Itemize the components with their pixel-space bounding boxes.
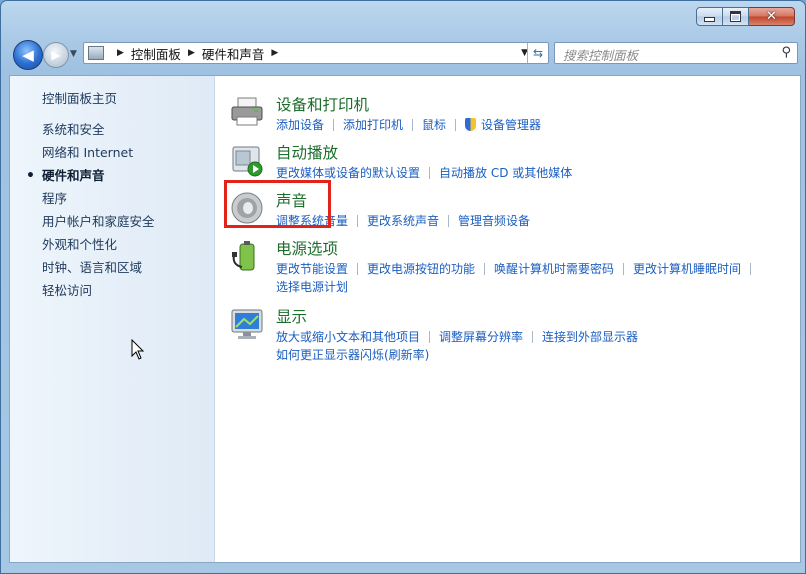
manage-audio-devices-link[interactable]: 管理音频设备 <box>458 214 530 228</box>
address-bar[interactable]: ▶ 控制面板 ▶ 硬件和声音 ▶ ▼ ⇆ <box>83 42 549 64</box>
link-divider <box>750 263 752 275</box>
monitor-icon[interactable] <box>230 307 264 341</box>
sidebar-category-list: 系统和安全 网络和 Internet 硬件和声音 程序 用户帐户和家庭安全 外观… <box>26 121 155 305</box>
breadcrumb-arrow-icon[interactable]: ▶ <box>188 48 195 58</box>
search-placeholder: 搜索控制面板 <box>563 48 639 63</box>
screen-resolution-link[interactable]: 调整屏幕分辨率 <box>439 330 523 344</box>
category-links: 更改媒体或设备的默认设置 自动播放 CD 或其他媒体 <box>276 164 796 182</box>
link-divider <box>357 263 359 275</box>
forward-button[interactable]: ▶ <box>43 42 69 68</box>
change-power-saving-link[interactable]: 更改节能设置 <box>276 262 348 276</box>
autoplay-cd-link[interactable]: 自动播放 CD 或其他媒体 <box>439 166 572 180</box>
breadcrumb-arrow-icon[interactable]: ▶ <box>271 48 278 58</box>
add-device-link[interactable]: 添加设备 <box>276 118 324 132</box>
sidebar-item-network[interactable]: 网络和 Internet <box>42 144 155 167</box>
recent-pages-dropdown[interactable]: ▼ <box>70 49 77 59</box>
external-display-link[interactable]: 连接到外部显示器 <box>542 330 638 344</box>
sidebar-item-clock-region[interactable]: 时钟、语言和区域 <box>42 259 155 282</box>
link-divider <box>532 331 534 343</box>
battery-icon[interactable] <box>230 239 264 273</box>
control-panel-icon <box>88 46 104 60</box>
category-links: 添加设备 添加打印机 鼠标 设备管理器 <box>276 116 796 134</box>
category-links: 放大或缩小文本和其他项目 调整屏幕分辨率 连接到外部显示器如何更正显示器闪烁(刷新率… <box>276 328 796 364</box>
mouse-cursor-icon <box>131 339 145 360</box>
sidebar: 控制面板主页 系统和安全 网络和 Internet 硬件和声音 程序 用户帐户和… <box>10 76 215 562</box>
refresh-rate-link[interactable]: 如何更正显示器闪烁(刷新率) <box>276 348 429 362</box>
minimize-button[interactable] <box>696 7 723 26</box>
sidebar-item-user-accounts[interactable]: 用户帐户和家庭安全 <box>42 213 155 236</box>
link-divider <box>448 215 450 227</box>
breadcrumb-control-panel[interactable]: 控制面板 <box>131 44 181 63</box>
link-divider <box>484 263 486 275</box>
refresh-button[interactable]: ⇆ <box>527 43 548 63</box>
refresh-icon: ⇆ <box>532 46 544 60</box>
link-divider <box>429 167 431 179</box>
back-button[interactable]: ◀ <box>13 40 43 70</box>
category-display: 显示 放大或缩小文本和其他项目 调整屏幕分辨率 连接到外部显示器如何更正显示器闪烁(… <box>224 305 784 363</box>
category-title[interactable]: 显示 <box>276 305 307 327</box>
sidebar-item-programs[interactable]: 程序 <box>42 190 155 213</box>
printer-icon[interactable] <box>230 95 264 129</box>
category-links: 调整系统音量 更改系统声音 管理音频设备 <box>276 212 796 230</box>
link-divider <box>623 263 625 275</box>
sidebar-item-system-security[interactable]: 系统和安全 <box>42 121 155 144</box>
content-area: 控制面板主页 系统和安全 网络和 Internet 硬件和声音 程序 用户帐户和… <box>9 75 801 563</box>
link-divider <box>412 119 414 131</box>
choose-power-plan-link[interactable]: 选择电源计划 <box>276 280 348 294</box>
require-password-link[interactable]: 唤醒计算机时需要密码 <box>494 262 614 276</box>
category-devices-printers: 设备和打印机 添加设备 添加打印机 鼠标 设备管理器 <box>224 93 784 133</box>
close-button[interactable]: ✕ <box>749 7 795 26</box>
sidebar-item-appearance[interactable]: 外观和个性化 <box>42 236 155 259</box>
sidebar-item-ease-of-access[interactable]: 轻松访问 <box>42 282 155 305</box>
autoplay-icon[interactable] <box>230 143 264 177</box>
mouse-link[interactable]: 鼠标 <box>422 118 446 132</box>
search-icon[interactable]: ⚲ <box>781 45 791 60</box>
change-system-sounds-link[interactable]: 更改系统声音 <box>367 214 439 228</box>
category-power-options: 电源选项 更改节能设置 更改电源按钮的功能 唤醒计算机时需要密码 更改计算机睡眠时间选… <box>224 237 784 295</box>
category-title[interactable]: 电源选项 <box>276 237 338 259</box>
sidebar-item-hardware-sound[interactable]: 硬件和声音 <box>26 167 155 190</box>
category-panel: 设备和打印机 添加设备 添加打印机 鼠标 设备管理器 自动播放 更改媒体或设备的默认设… <box>224 76 800 562</box>
maximize-button[interactable] <box>723 7 749 26</box>
category-links: 更改节能设置 更改电源按钮的功能 唤醒计算机时需要密码 更改计算机睡眠时间选择电源计划 <box>276 260 796 296</box>
sound-highlight-box <box>224 180 331 228</box>
search-input[interactable]: 搜索控制面板 ⚲ <box>554 42 798 64</box>
uac-shield-icon <box>465 118 477 131</box>
link-divider <box>333 119 335 131</box>
link-divider <box>429 331 431 343</box>
breadcrumb-hardware-sound[interactable]: 硬件和声音 <box>202 44 265 63</box>
breadcrumb-arrow-icon[interactable]: ▶ <box>117 48 124 58</box>
change-sleep-time-link[interactable]: 更改计算机睡眠时间 <box>633 262 741 276</box>
text-size-link[interactable]: 放大或缩小文本和其他项目 <box>276 330 420 344</box>
close-icon: ✕ <box>766 9 777 24</box>
maximize-icon <box>730 11 741 22</box>
navigation-bar: ◀ ▶ ▼ ▶ 控制面板 ▶ 硬件和声音 ▶ ▼ ⇆ 搜索控制面板 ⚲ <box>11 39 798 70</box>
category-autoplay: 自动播放 更改媒体或设备的默认设置 自动播放 CD 或其他媒体 <box>224 141 784 181</box>
device-manager-link[interactable]: 设备管理器 <box>481 118 541 132</box>
sidebar-home-link[interactable]: 控制面板主页 <box>42 88 117 107</box>
link-divider <box>357 215 359 227</box>
minimize-icon <box>704 17 715 22</box>
forward-arrow-icon: ▶ <box>51 48 61 62</box>
category-title[interactable]: 自动播放 <box>276 141 338 163</box>
category-title[interactable]: 设备和打印机 <box>276 93 369 115</box>
back-arrow-icon: ◀ <box>22 46 34 64</box>
caption-buttons: ✕ <box>696 7 795 26</box>
add-printer-link[interactable]: 添加打印机 <box>343 118 403 132</box>
control-panel-window: ✕ ◀ ▶ ▼ ▶ 控制面板 ▶ 硬件和声音 ▶ ▼ ⇆ 搜索控制面板 ⚲ 控制… <box>0 0 806 574</box>
power-button-function-link[interactable]: 更改电源按钮的功能 <box>367 262 475 276</box>
link-divider <box>455 119 457 131</box>
change-default-settings-link[interactable]: 更改媒体或设备的默认设置 <box>276 166 420 180</box>
